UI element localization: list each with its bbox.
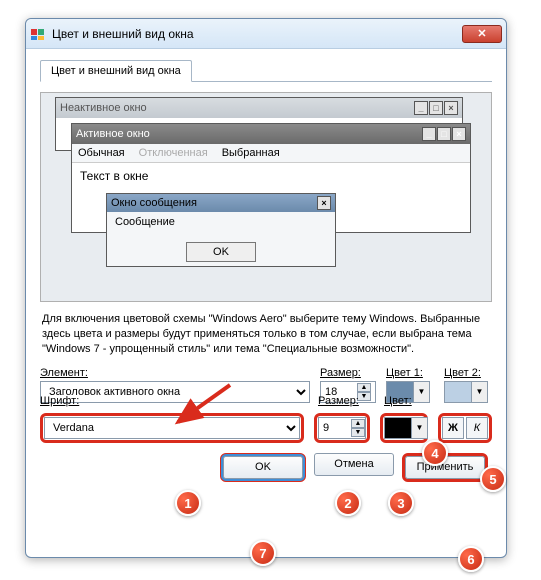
chevron-down-icon: ▼ bbox=[471, 382, 487, 402]
color2-picker[interactable]: ▼ bbox=[444, 381, 488, 403]
minimize-icon[interactable]: _ bbox=[414, 101, 428, 115]
color1-picker[interactable]: ▼ bbox=[386, 381, 430, 403]
active-window-title: Активное окно bbox=[76, 128, 150, 140]
dialog-window: Цвет и внешний вид окна ✕ Цвет и внешний… bbox=[25, 18, 507, 558]
close-icon: ✕ bbox=[477, 27, 486, 40]
font-color-swatch bbox=[385, 418, 411, 438]
label-element: Элемент: bbox=[40, 367, 310, 379]
description-text: Для включения цветовой схемы "Windows Ae… bbox=[42, 312, 490, 357]
font-size-input[interactable] bbox=[323, 422, 351, 434]
spin-up-icon[interactable]: ▲ bbox=[357, 383, 371, 392]
active-window-titlebar: Активное окно _ □ × bbox=[72, 124, 470, 144]
app-icon bbox=[30, 26, 46, 42]
window-title: Цвет и внешний вид окна bbox=[52, 27, 462, 41]
maximize-icon[interactable]: □ bbox=[429, 101, 443, 115]
font-size-spinner[interactable]: ▲▼ bbox=[318, 417, 366, 439]
spin-up-icon[interactable]: ▲ bbox=[351, 419, 365, 428]
label-size: Размер: bbox=[320, 367, 376, 379]
maximize-icon[interactable]: □ bbox=[437, 127, 451, 141]
color2-swatch bbox=[445, 382, 471, 402]
minimize-icon[interactable]: _ bbox=[422, 127, 436, 141]
preview-menubar: Обычная Отключенная Выбранная bbox=[72, 144, 470, 163]
tab-color-appearance[interactable]: Цвет и внешний вид окна bbox=[40, 60, 192, 82]
italic-button[interactable]: К bbox=[466, 417, 488, 439]
label-color2: Цвет 2: bbox=[444, 367, 492, 379]
message-box-body: Сообщение bbox=[107, 212, 335, 236]
spin-down-icon[interactable]: ▼ bbox=[357, 392, 371, 401]
spin-down-icon[interactable]: ▼ bbox=[351, 428, 365, 437]
titlebar: Цвет и внешний вид окна ✕ bbox=[26, 19, 506, 49]
tab-strip: Цвет и внешний вид окна bbox=[40, 59, 492, 82]
element-select[interactable]: Заголовок активного окна bbox=[40, 381, 310, 403]
apply-button[interactable]: Применить bbox=[405, 456, 485, 479]
menu-disabled: Отключенная bbox=[139, 147, 208, 159]
ok-button[interactable]: OK bbox=[223, 456, 303, 479]
message-box-title: Окно сообщения bbox=[111, 197, 197, 209]
menu-normal[interactable]: Обычная bbox=[78, 147, 125, 159]
chevron-down-icon: ▼ bbox=[413, 382, 429, 402]
label-color1: Цвет 1: bbox=[386, 367, 434, 379]
close-icon[interactable]: × bbox=[444, 101, 458, 115]
preview-message-box: Окно сообщения × Сообщение OK bbox=[106, 193, 336, 267]
cancel-button[interactable]: Отмена bbox=[314, 453, 394, 476]
color1-swatch bbox=[387, 382, 413, 402]
font-select[interactable]: Verdana bbox=[44, 417, 300, 439]
element-size-spinner[interactable]: ▲▼ bbox=[320, 381, 376, 403]
menu-selected[interactable]: Выбранная bbox=[222, 147, 280, 159]
font-color-picker[interactable]: ▼ bbox=[384, 417, 428, 439]
close-button[interactable]: ✕ bbox=[462, 25, 502, 43]
inactive-window-titlebar: Неактивное окно _ □ × bbox=[56, 98, 462, 118]
message-box-titlebar: Окно сообщения × bbox=[107, 194, 335, 212]
element-size-input[interactable] bbox=[325, 386, 353, 398]
inactive-window-title: Неактивное окно bbox=[60, 102, 147, 114]
bold-button[interactable]: Ж bbox=[442, 417, 464, 439]
message-box-ok-button[interactable]: OK bbox=[186, 242, 256, 262]
chevron-down-icon: ▼ bbox=[411, 418, 427, 438]
preview-area: Неактивное окно _ □ × Активное окно _ □ … bbox=[40, 92, 492, 302]
close-icon[interactable]: × bbox=[317, 196, 331, 210]
close-icon[interactable]: × bbox=[452, 127, 466, 141]
